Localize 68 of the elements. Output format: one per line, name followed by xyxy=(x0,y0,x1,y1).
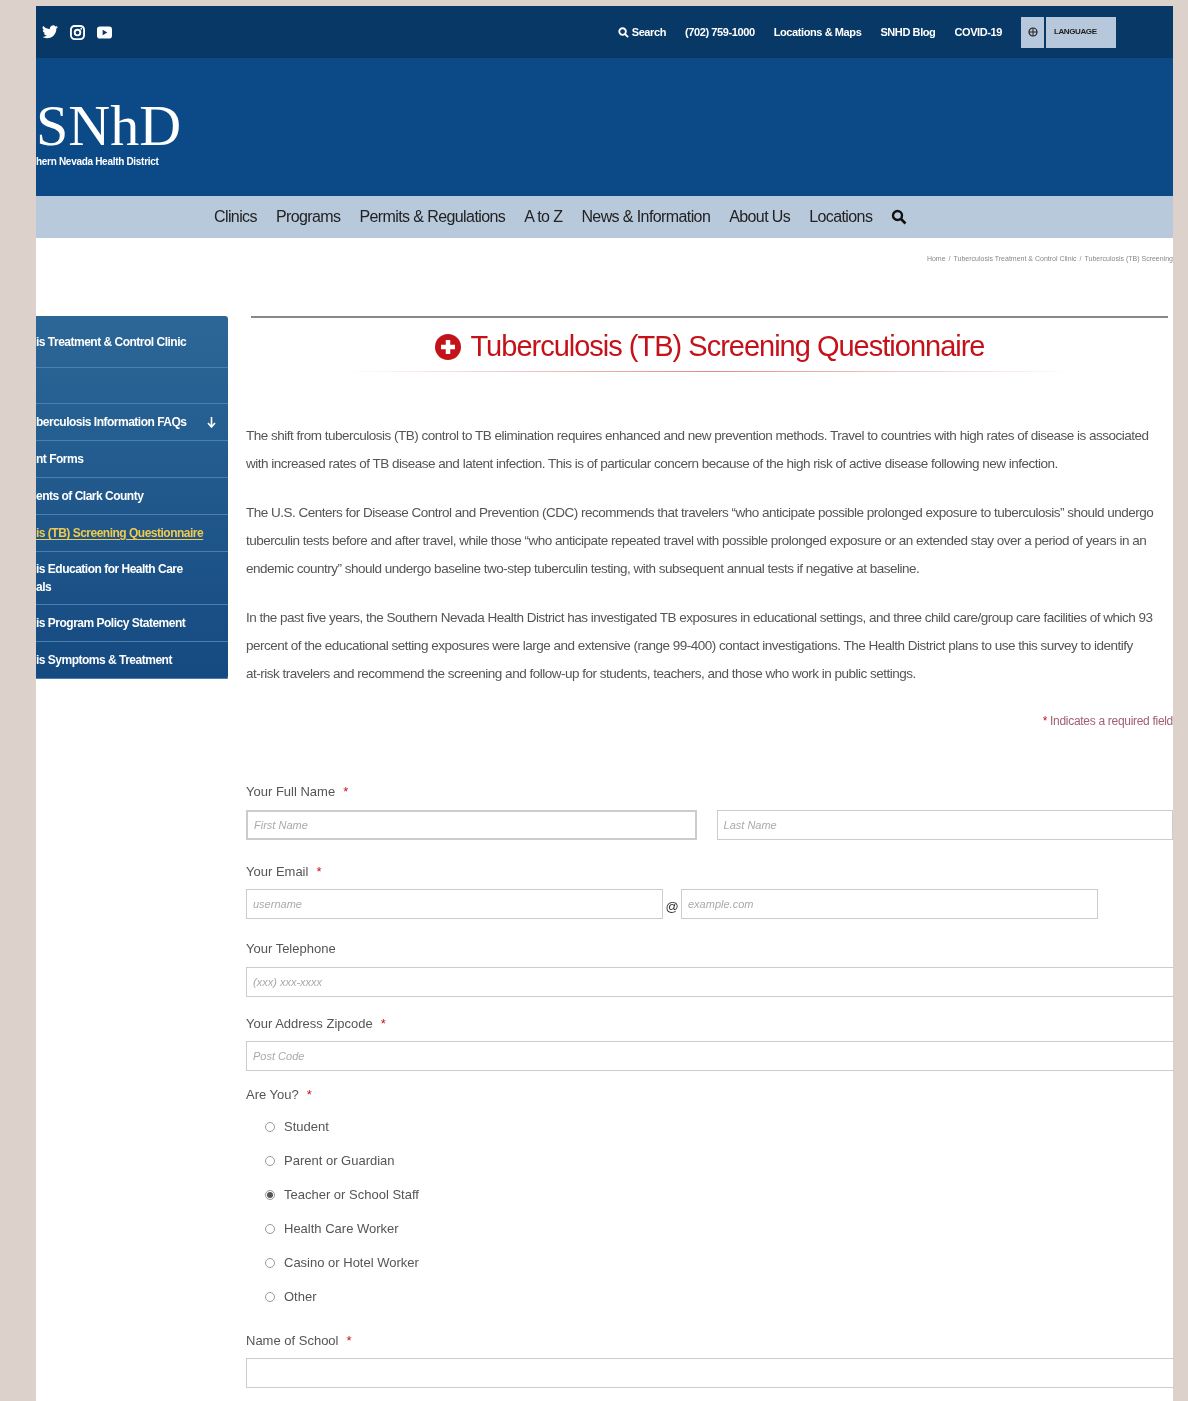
school-field[interactable] xyxy=(246,1358,1173,1388)
first-name-field[interactable]: First Name xyxy=(246,809,697,840)
search-icon[interactable] xyxy=(891,209,908,225)
radio-button[interactable] xyxy=(265,1223,275,1234)
nav-link[interactable]: Programs xyxy=(275,205,341,229)
globe-icon xyxy=(1027,27,1038,37)
nav-link[interactable]: News & Information xyxy=(581,205,711,229)
nav-link[interactable]: Permits & Regulations xyxy=(359,205,506,229)
sidebar-item[interactable]: ents of Clark County xyxy=(36,478,228,515)
telephone-field[interactable]: (xxx) xxx-xxxx xyxy=(246,966,1173,997)
at-sign: @ xyxy=(664,898,680,917)
sidebar-item[interactable]: is Symptoms & Treatment xyxy=(36,642,228,679)
domain-field[interactable]: example.com xyxy=(681,889,1098,919)
top-link[interactable]: COVID-19 xyxy=(954,23,1002,41)
radio-option[interactable]: Health Care Worker xyxy=(265,1218,399,1239)
required-note: * Indicates a required field xyxy=(1042,713,1173,730)
paragraph: The shift from tuberculosis (TB) control to TB elimination requires enhanced and new prevention methods. Travel to countries with high rates of disease is associated with increased rates of TB disease and latent infection. This is of particular concern because of the high risk of active disease following new infection. xyxy=(246,427,1150,473)
radio-button[interactable] xyxy=(265,1155,275,1166)
bird-icon xyxy=(42,25,58,39)
radio-option[interactable]: Teacher or School Staff xyxy=(265,1184,419,1205)
nav-link[interactable]: About Us xyxy=(729,205,791,229)
field-label: Your Address Zipcode xyxy=(246,1014,373,1033)
field-label: Are You? xyxy=(246,1086,299,1104)
radio-option[interactable]: Parent or Guardian xyxy=(265,1150,395,1171)
sidebar-item[interactable]: berculosis Information FAQs xyxy=(36,404,228,441)
paragraph: The U.S. Centers for Disease Control and Prevention (CDC) recommends that travelers “who anticipate possible prolonged exposure to tuberculosis” should undergo tuberculin tests before and after travel, while those “who anticipate repeated travel with possible prolonged exposure or an extended stay over a period of years in an endemic country” should undergo baseline two-step tuberculin testing, with subsequent annual tests if negative at baseline. xyxy=(246,504,1155,578)
camera-icon xyxy=(70,24,85,40)
search-icon xyxy=(617,26,629,38)
required-mark: * xyxy=(380,1014,386,1033)
required-mark: * xyxy=(343,783,349,801)
zipcode-field[interactable]: Post Code xyxy=(246,1041,1173,1071)
field-label: Name of School xyxy=(246,1331,339,1350)
arrow-down-icon[interactable] xyxy=(207,416,216,428)
last-name-field[interactable]: Last Name xyxy=(716,809,1173,840)
sidebar-item[interactable]: is (TB) Screening Questionnaire xyxy=(36,515,228,552)
nav-link[interactable]: Clinics xyxy=(214,205,257,229)
sidebar-item[interactable]: nt Forms xyxy=(36,441,228,478)
field-label: Your Full Name xyxy=(246,783,336,801)
radio-button[interactable] xyxy=(265,1189,275,1200)
sidebar-item[interactable]: is Treatment & Control Clinic xyxy=(36,316,228,368)
nav-link[interactable]: A to Z xyxy=(524,205,563,229)
radio-button[interactable] xyxy=(265,1291,275,1302)
radio-option[interactable]: Other xyxy=(265,1286,317,1307)
sidebar-item[interactable]: is Program Policy Statement xyxy=(36,605,228,642)
plus-circle-icon xyxy=(434,332,463,361)
username-field[interactable]: username xyxy=(246,889,663,919)
sidebar-item[interactable]: is Education for Health Care als xyxy=(36,552,228,605)
top-link[interactable]: Locations & Maps xyxy=(773,23,862,41)
required-mark: * xyxy=(346,1331,352,1350)
field-label: Your Email xyxy=(246,862,309,881)
paragraph: In the past five years, the Southern Nevada Health District has investigated TB exposures in educational settings, and three child care/group care facilities of which 93 percent of the educational setting exposures were large and extensive (range 99-400) contact investigations. The Health District plans to use this survey to identify at-risk travelers and recommend the screening and follow-up for students, teachers, and those who work in public settings. xyxy=(246,609,1154,683)
page-title: Tuberculosis (TB) Screening Questionnaire xyxy=(470,332,985,361)
logo-caption: hern Nevada Health District xyxy=(36,156,160,168)
top-link[interactable]: SNHD Blog xyxy=(880,23,936,41)
field-label: Your Telephone xyxy=(246,940,336,958)
play-icon xyxy=(97,25,112,39)
radio-option[interactable]: Casino or Hotel Worker xyxy=(265,1252,419,1273)
nav-link[interactable]: Locations xyxy=(809,205,873,229)
top-link[interactable]: (702) 759-1000 xyxy=(685,23,755,41)
radio-option[interactable]: Student xyxy=(265,1116,329,1137)
globe-button[interactable] xyxy=(1021,16,1044,48)
required-mark: * xyxy=(316,862,322,881)
logo: SNhD xyxy=(36,96,182,156)
radio-button[interactable] xyxy=(265,1257,275,1268)
top-link[interactable]: Search xyxy=(617,23,666,41)
radio-button[interactable] xyxy=(265,1121,275,1132)
language-button[interactable]: LANGUAGE xyxy=(1046,16,1116,48)
required-mark: * xyxy=(306,1086,312,1104)
